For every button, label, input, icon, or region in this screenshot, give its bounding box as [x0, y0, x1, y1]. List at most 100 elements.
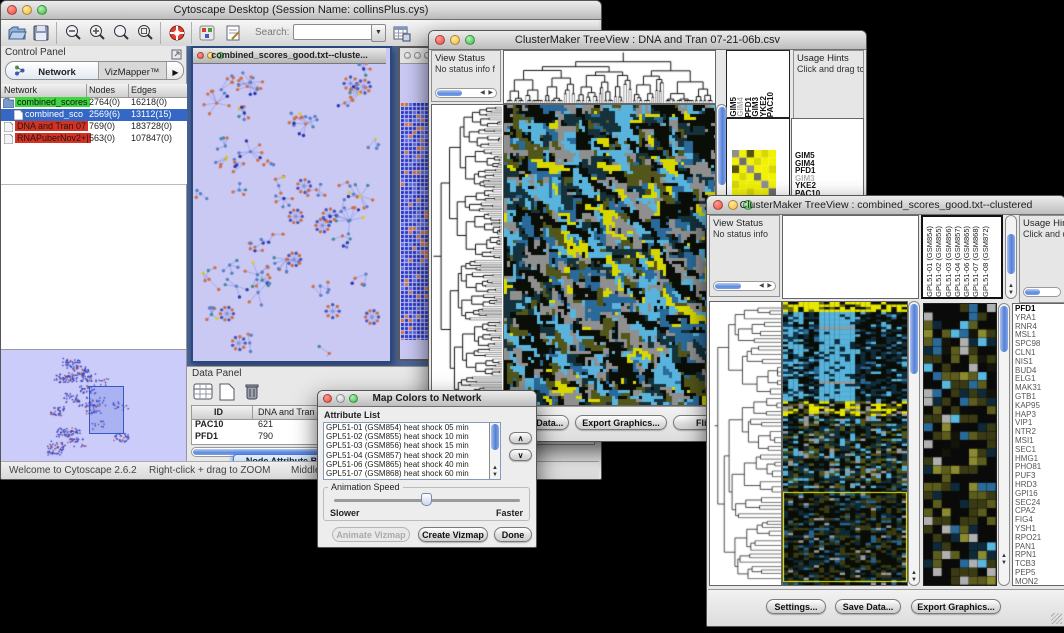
column-dendrogram-box — [503, 50, 716, 104]
row-dendrogram-canvas[interactable] — [710, 302, 781, 585]
dialog-titlebar[interactable]: Map Colors to Network — [318, 391, 536, 407]
attribute-list-item[interactable]: GPL51-01 (GSM854) heat shock 05 min — [324, 423, 500, 432]
network-table: Network Nodes Edges combined_scores 2764… — [1, 84, 187, 184]
column-label: GPL51-08 (GSM872) — [981, 226, 990, 297]
vertical-scrollbar[interactable]: ▲▼ — [908, 301, 920, 586]
horizontal-scrollbar[interactable]: ◀ ▶ — [713, 281, 776, 291]
open-folder-icon[interactable] — [7, 23, 27, 43]
gene-label[interactable]: MON2 — [1015, 578, 1064, 586]
heatmap-zoom-canvas[interactable] — [924, 304, 996, 585]
folder-icon — [3, 98, 14, 108]
data-panel-header: Data Panel — [192, 368, 241, 379]
desktop: Cytoscape Desktop (Session Name: collins… — [0, 0, 1064, 633]
column-label: GPL51-04 (GSM857) — [953, 226, 962, 297]
correlation-matrix-canvas[interactable] — [732, 150, 776, 196]
attribute-list-item[interactable]: GPL51-02 (GSM855) heat shock 10 min — [324, 432, 500, 441]
create-vizmap-button[interactable]: Create Vizmap — [418, 527, 488, 542]
attribute-list-item[interactable]: GPL51-07 (GSM868) heat shock 60 min — [324, 469, 500, 478]
attribute-list-item[interactable]: GPL51-03 (GSM856) heat shock 15 min — [324, 441, 500, 450]
horizontal-scrollbar[interactable]: ◀ ▶ — [435, 88, 497, 98]
help-ring-icon[interactable] — [167, 23, 187, 43]
attribute-listbox[interactable]: GPL51-01 (GSM854) heat shock 05 minGPL51… — [323, 422, 501, 480]
import-table-icon[interactable] — [391, 23, 411, 43]
tab-vizmapper[interactable]: VizMapper™ — [98, 62, 166, 79]
attribute-list-item[interactable]: GPL51-04 (GSM857) heat shock 20 min — [324, 451, 500, 460]
column-label: PAC10 — [767, 92, 774, 117]
animation-speed-group: Animation Speed Slower Faster — [323, 487, 530, 521]
birdseye-view[interactable] — [1, 349, 186, 461]
birdseye-viewport-rect[interactable] — [89, 386, 124, 434]
heatmap-canvas[interactable] — [783, 302, 907, 585]
gene-list-scrollbar[interactable]: ▲▼ — [998, 303, 1010, 586]
horizontal-scrollbar[interactable] — [1023, 287, 1061, 297]
dialog-title: Map Colors to Network — [318, 393, 536, 404]
animate-vizmap-button[interactable]: Animate Vizmap — [332, 527, 410, 542]
zoom-fit-icon[interactable] — [135, 23, 155, 43]
network-table-header[interactable]: Network Nodes Edges — [1, 84, 187, 98]
view-status-panel: View Status No status info ◀ ▶ — [709, 215, 780, 297]
close-button[interactable] — [404, 52, 411, 59]
status-message: Welcome to Cytoscape 2.6.2 — [9, 465, 137, 476]
done-button[interactable]: Done — [494, 527, 532, 542]
save-data-button[interactable]: Save Data... — [835, 599, 901, 614]
zoom-out-icon[interactable] — [63, 23, 83, 43]
column-label: GPL51-03 (GSM856) — [944, 226, 953, 297]
file-icon — [4, 134, 13, 144]
column-labels-scrollbar[interactable]: ▲▼ — [1005, 215, 1017, 299]
search-dropdown-button[interactable]: ▼ — [371, 24, 386, 42]
column-labels-panel: GIM5GIM4PFD1GIM3YKE2PAC10 — [726, 50, 790, 118]
resize-grip[interactable] — [1051, 613, 1062, 624]
network-view-window: combined_scores_good.txt--cluste... — [191, 46, 392, 363]
trash-icon[interactable] — [243, 382, 261, 406]
status-hint-zoom: Right-click + drag to ZOOM — [149, 465, 270, 476]
minimize-button[interactable] — [414, 52, 421, 59]
view-status-panel: View Status No status info f ◀ ▶ — [431, 50, 501, 102]
heatmap-canvas[interactable] — [504, 105, 715, 405]
main-titlebar[interactable]: Cytoscape Desktop (Session Name: collins… — [1, 1, 601, 20]
search-input[interactable] — [293, 24, 373, 40]
control-panel-header: Control Panel — [5, 47, 66, 58]
column-label: GPL51-07 (GSM868) — [971, 226, 980, 297]
move-up-button[interactable]: ∧ — [509, 432, 532, 444]
usage-hints-panel: Usage Hints Click and drag to — [1019, 215, 1064, 303]
network-view-canvas[interactable] — [193, 63, 386, 357]
table-icon[interactable] — [193, 383, 213, 406]
new-document-icon[interactable] — [219, 383, 235, 406]
list-vertical-scrollbar[interactable]: ▲▼ — [489, 423, 500, 479]
column-dendrogram-box[interactable] — [782, 215, 919, 299]
file-icon — [14, 110, 23, 120]
heatmap-zoom-panel — [923, 303, 997, 586]
heatmap-box — [503, 104, 716, 406]
zoom-in-icon[interactable] — [87, 23, 107, 43]
treeview1-titlebar[interactable]: ClusterMaker TreeView : DNA and Tran 07-… — [429, 31, 866, 50]
search-label: Search: — [255, 27, 289, 38]
table-row[interactable]: DNA and Tran 07 769(0) 183728(0) — [1, 121, 187, 133]
tab-vizmapper-label: VizMapper™ — [105, 67, 160, 78]
tab-overflow-button[interactable]: ▶ — [166, 62, 184, 79]
zoom-selected-icon[interactable] — [111, 23, 131, 43]
treeview2-titlebar[interactable]: ClusterMaker TreeView : combined_scores_… — [707, 196, 1064, 215]
table-row[interactable]: combined_scores 2764(0) 16218(0) — [1, 97, 187, 109]
network-window-titlebar[interactable]: combined_scores_good.txt--cluste... — [193, 48, 386, 64]
export-graphics-button[interactable]: Export Graphics... — [911, 599, 1001, 614]
row-dendrogram-canvas[interactable] — [432, 105, 502, 405]
column-dendrogram-canvas[interactable] — [504, 51, 715, 103]
map-colors-dialog: Map Colors to Network Attribute List GPL… — [317, 390, 537, 548]
speed-slider-thumb[interactable] — [421, 493, 432, 506]
row-dendrogram-box — [709, 301, 782, 586]
annotation-icon[interactable] — [223, 23, 243, 43]
treeview1-title: ClusterMaker TreeView : DNA and Tran 07-… — [429, 34, 866, 46]
attribute-list-label: Attribute List — [324, 410, 380, 420]
export-graphics-button[interactable]: Export Graphics... — [575, 415, 667, 430]
main-window-title: Cytoscape Desktop (Session Name: collins… — [1, 4, 601, 16]
tab-network[interactable]: Network — [6, 62, 99, 79]
vizmap-icon[interactable] — [197, 23, 217, 43]
settings-button[interactable]: Settings... — [766, 599, 826, 614]
table-row-selected[interactable]: combined_sco 2569(6) 13112(15) — [1, 109, 187, 121]
column-label: GPL51-02 (GSM855) — [934, 226, 943, 297]
table-row[interactable]: RNAPuberNov2+| 563(0) 107847(0) — [1, 133, 187, 145]
attribute-list-item[interactable]: GPL51-06 (GSM865) heat shock 40 min — [324, 460, 500, 469]
move-down-button[interactable]: ∨ — [509, 449, 532, 461]
save-icon[interactable] — [31, 23, 51, 43]
treeview-window-combined: ClusterMaker TreeView : combined_scores_… — [706, 195, 1064, 627]
